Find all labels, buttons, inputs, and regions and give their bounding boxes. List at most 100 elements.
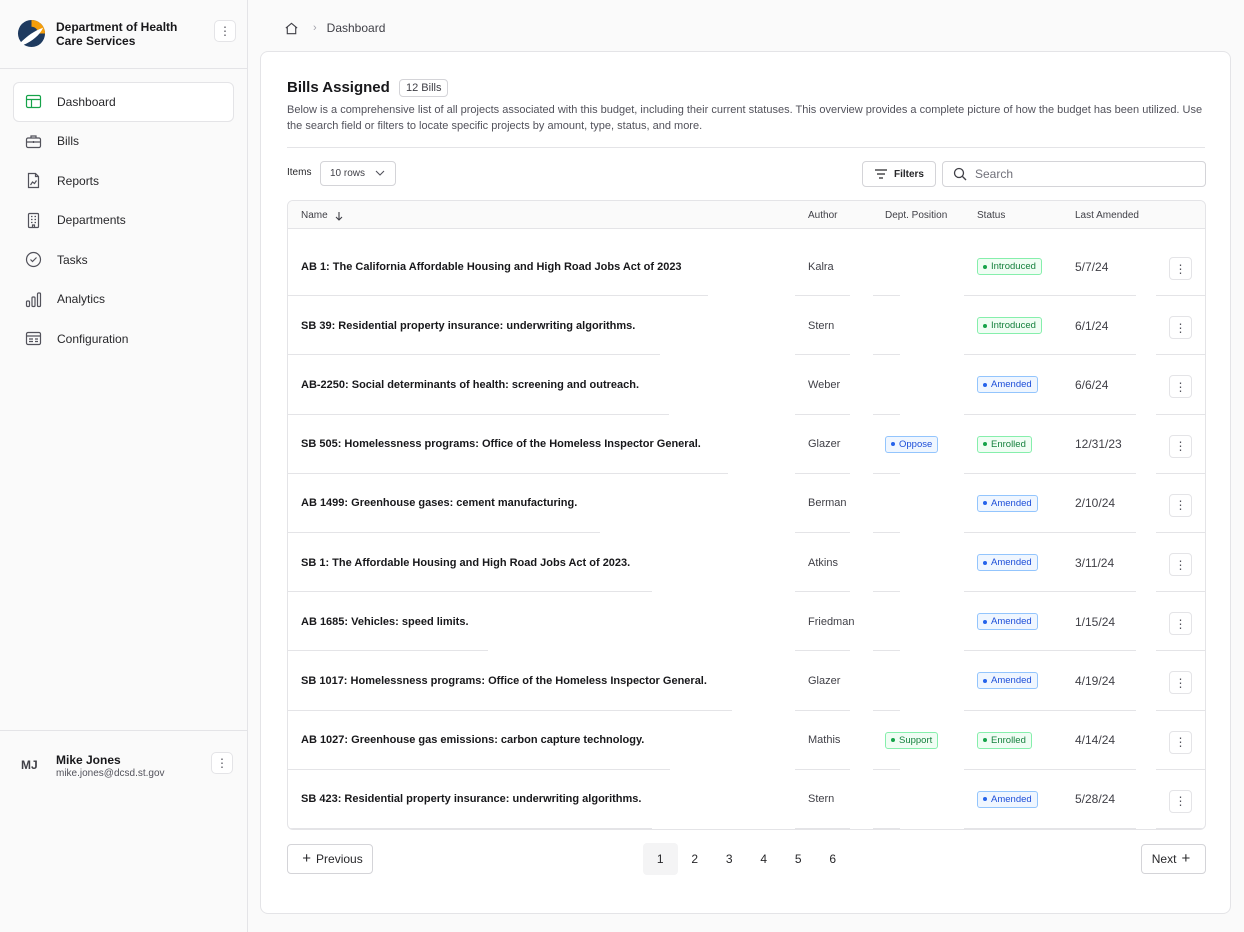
status-label: Amended bbox=[991, 557, 1032, 569]
column-author-header[interactable]: Author bbox=[808, 210, 837, 221]
page-2[interactable]: 2 bbox=[678, 843, 713, 875]
table-row[interactable]: AB 1027: Greenhouse gas emissions: carbo… bbox=[288, 711, 1205, 770]
row-menu-button[interactable]: ⋮ bbox=[1169, 316, 1192, 340]
table-row[interactable]: SB 39: Residential property insurance: u… bbox=[288, 296, 1205, 356]
filter-icon bbox=[874, 169, 887, 179]
status-badge: Introduced bbox=[977, 317, 1042, 335]
more-vertical-icon: ⋮ bbox=[1174, 498, 1187, 513]
user-menu-button[interactable]: ⋮ bbox=[211, 752, 233, 774]
sidebar-item-departments[interactable]: Departments bbox=[13, 201, 234, 241]
org-menu-button[interactable]: ⋮ bbox=[214, 20, 236, 42]
page-6[interactable]: 6 bbox=[816, 843, 851, 875]
bill-name[interactable]: SB 1: The Affordable Housing and High Ro… bbox=[301, 533, 630, 592]
org-name: Department of Health Care Services bbox=[56, 20, 178, 48]
row-menu-button[interactable]: ⋮ bbox=[1169, 493, 1192, 517]
bill-name[interactable]: SB 505: Homelessness programs: Office of… bbox=[301, 415, 701, 474]
row-menu-button[interactable]: ⋮ bbox=[1169, 257, 1192, 280]
row-menu-button[interactable]: ⋮ bbox=[1169, 553, 1192, 576]
table-row[interactable]: SB 1017: Homelessness programs: Office o… bbox=[288, 651, 1205, 711]
row-menu-button[interactable]: ⋮ bbox=[1169, 671, 1192, 695]
search-input[interactable] bbox=[975, 167, 1195, 181]
bill-author: Glazer bbox=[808, 674, 841, 687]
home-icon[interactable] bbox=[284, 21, 299, 36]
bill-name[interactable]: AB 1: The California Affordable Housing … bbox=[301, 237, 682, 296]
bill-name[interactable]: AB-2250: Social determinants of health: … bbox=[301, 355, 639, 414]
sidebar-item-analytics[interactable]: Analytics bbox=[13, 280, 234, 320]
page-1[interactable]: 1 bbox=[643, 843, 678, 875]
more-vertical-icon: ⋮ bbox=[1174, 735, 1187, 750]
org-logo-icon bbox=[17, 19, 46, 48]
column-amended-header[interactable]: Last Amended bbox=[1075, 210, 1139, 221]
status-label: Enrolled bbox=[991, 734, 1026, 746]
breadcrumb-current[interactable]: Dashboard bbox=[327, 21, 386, 35]
bill-author: Friedman bbox=[808, 615, 855, 628]
status-cell: Amended bbox=[977, 770, 1038, 829]
previous-button[interactable]: + Previous bbox=[287, 844, 373, 874]
sidebar-item-reports[interactable]: Reports bbox=[13, 161, 234, 201]
status-badge: Amended bbox=[977, 376, 1038, 394]
page-4[interactable]: 4 bbox=[747, 843, 782, 875]
bill-name[interactable]: SB 1017: Homelessness programs: Office o… bbox=[301, 651, 707, 710]
row-menu-button[interactable]: ⋮ bbox=[1169, 789, 1192, 813]
status-label: Introduced bbox=[991, 261, 1036, 273]
page-3[interactable]: 3 bbox=[712, 843, 747, 875]
rows-per-page-select[interactable]: 10 rows bbox=[320, 161, 396, 186]
row-menu-button[interactable]: ⋮ bbox=[1169, 730, 1192, 754]
bill-author: Stern bbox=[808, 793, 835, 806]
bill-name[interactable]: SB 423: Residential property insurance: … bbox=[301, 770, 641, 829]
table-row[interactable]: AB 1499: Greenhouse gases: cement manufa… bbox=[288, 474, 1205, 533]
last-amended-date: 12/31/23 bbox=[1075, 437, 1122, 452]
user-name: Mike Jones bbox=[56, 753, 121, 767]
table-row[interactable]: SB 423: Residential property insurance: … bbox=[288, 770, 1205, 829]
status-cell: Enrolled bbox=[977, 415, 1032, 474]
table-row[interactable]: SB 505: Homelessness programs: Office of… bbox=[288, 415, 1205, 474]
bill-name[interactable]: AB 1499: Greenhouse gases: cement manufa… bbox=[301, 474, 577, 533]
next-button[interactable]: Next + bbox=[1141, 844, 1206, 874]
bar-chart-icon bbox=[25, 292, 42, 307]
dept-position-cell: Support bbox=[885, 711, 939, 770]
more-vertical-icon: ⋮ bbox=[1174, 794, 1187, 809]
sidebar-item-configuration[interactable]: Configuration bbox=[13, 319, 234, 359]
bill-name[interactable]: AB 1027: Greenhouse gas emissions: carbo… bbox=[301, 711, 644, 770]
status-cell: Amended bbox=[977, 592, 1038, 651]
last-amended-date: 4/14/24 bbox=[1075, 733, 1116, 748]
row-menu-button[interactable]: ⋮ bbox=[1169, 612, 1192, 636]
sidebar-item-tasks[interactable]: Tasks bbox=[13, 240, 234, 280]
rows-select-value: 10 rows bbox=[330, 168, 366, 179]
row-menu-button[interactable]: ⋮ bbox=[1169, 375, 1192, 399]
table-row[interactable]: AB 1685: Vehicles: speed limits. Friedman… bbox=[288, 592, 1205, 652]
row-menu-button[interactable]: ⋮ bbox=[1169, 434, 1192, 458]
status-label: Amended bbox=[991, 379, 1032, 391]
status-dot bbox=[983, 501, 987, 506]
sidebar-item-dashboard[interactable]: Dashboard bbox=[13, 82, 234, 122]
previous-label: Previous bbox=[316, 852, 363, 866]
page-title: Bills Assigned bbox=[287, 79, 390, 96]
column-name-header[interactable]: Name bbox=[301, 210, 344, 221]
table-row[interactable]: SB 1: The Affordable Housing and High Ro… bbox=[288, 533, 1205, 593]
status-dot bbox=[891, 738, 895, 743]
table-row[interactable]: AB 1: The California Affordable Housing … bbox=[288, 237, 1205, 297]
bill-author: Berman bbox=[808, 497, 847, 510]
status-cell: Amended bbox=[977, 651, 1038, 710]
status-label: Enrolled bbox=[991, 438, 1026, 450]
bills-table: Name Author Dept. Position Status Last A… bbox=[287, 200, 1206, 830]
next-label: Next bbox=[1151, 852, 1177, 866]
table-header: Name Author Dept. Position Status Last A… bbox=[288, 201, 1205, 229]
bill-name[interactable]: AB 1685: Vehicles: speed limits. bbox=[301, 592, 469, 651]
column-dept-header[interactable]: Dept. Position bbox=[885, 210, 947, 221]
table-row[interactable]: AB-2250: Social determinants of health: … bbox=[288, 355, 1205, 415]
more-vertical-icon: ⋮ bbox=[1174, 379, 1187, 394]
filters-button[interactable]: Filters bbox=[862, 161, 936, 187]
page-description: Below is a comprehensive list of all pro… bbox=[287, 104, 1203, 132]
bill-name[interactable]: SB 39: Residential property insurance: u… bbox=[301, 296, 635, 355]
avatar: MJ bbox=[21, 758, 38, 772]
column-status-header[interactable]: Status bbox=[977, 210, 1005, 221]
status-cell: Introduced bbox=[977, 237, 1042, 296]
sidebar-item-bills[interactable]: Bills bbox=[13, 122, 234, 162]
more-vertical-icon: ⋮ bbox=[216, 756, 228, 770]
more-vertical-icon: ⋮ bbox=[1174, 439, 1187, 454]
status-badge: Amended bbox=[977, 672, 1038, 690]
sidebar-item-label: Analytics bbox=[57, 292, 106, 307]
page-5[interactable]: 5 bbox=[781, 843, 816, 875]
status-badge: Amended bbox=[977, 790, 1038, 808]
